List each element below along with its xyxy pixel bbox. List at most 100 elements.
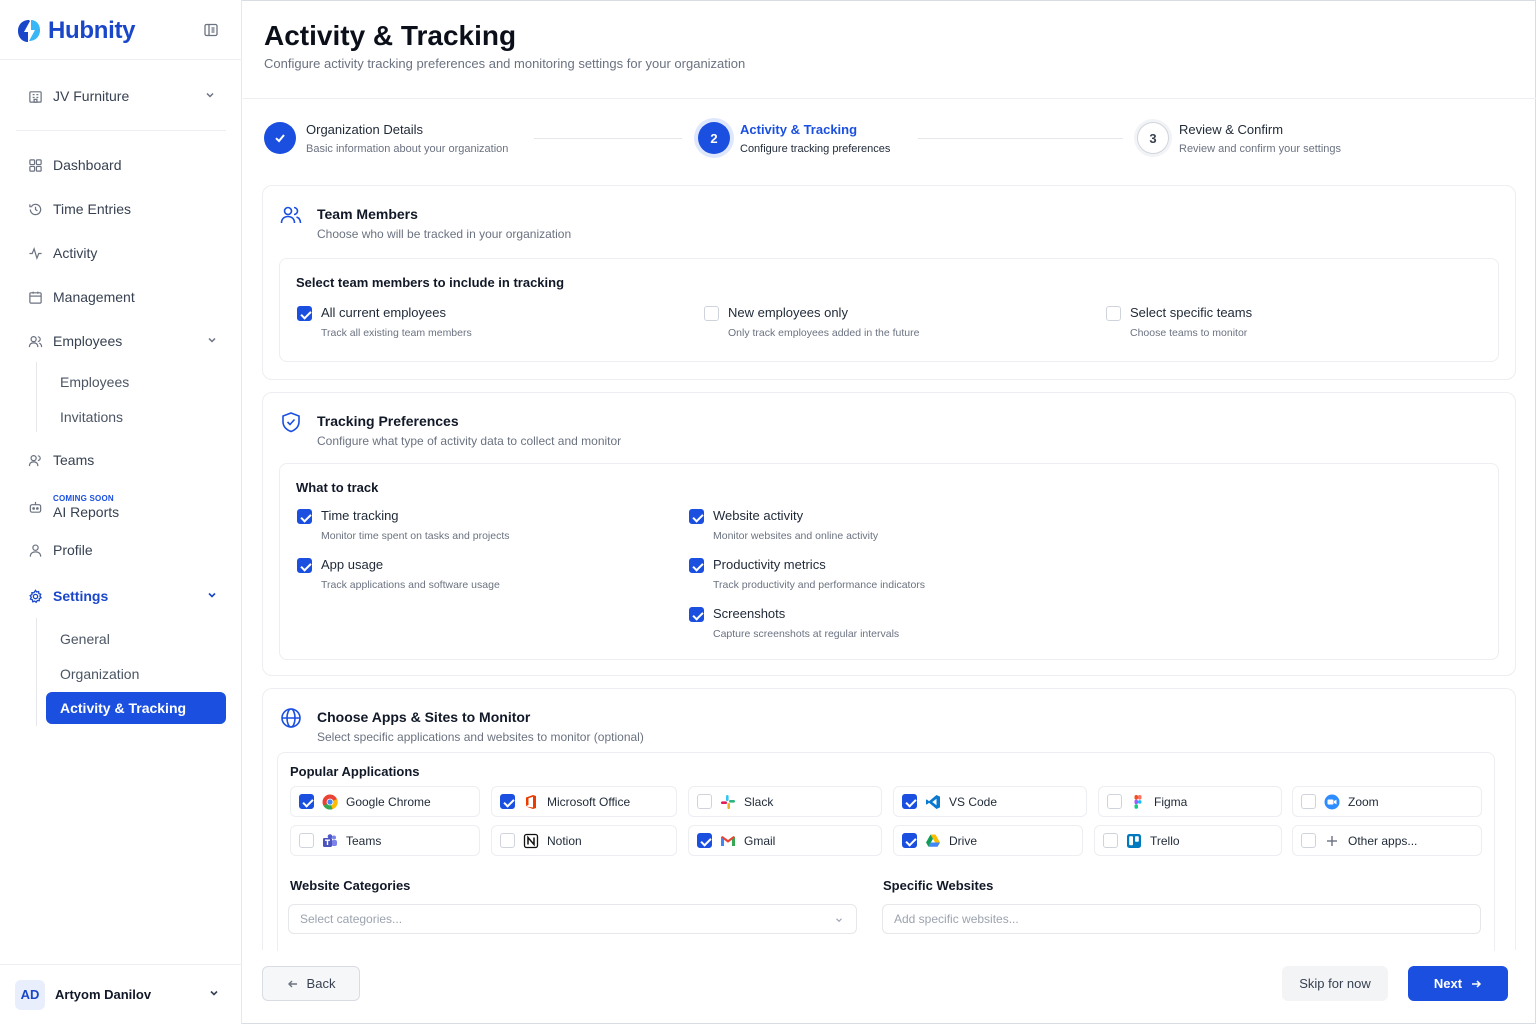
sidebar-item-teams[interactable]: Teams: [16, 443, 226, 477]
sidebar-item-label: Management: [53, 289, 135, 305]
checkbox-checked[interactable]: [297, 509, 312, 524]
app-tile-other-apps[interactable]: Other apps...: [1292, 825, 1482, 856]
checkbox-unchecked[interactable]: [1103, 833, 1118, 848]
app-name: Notion: [547, 833, 582, 848]
hubnity-logo-icon: [18, 20, 40, 42]
option-description: Monitor time spent on tasks and projects: [321, 530, 510, 542]
plus-icon: [1327, 835, 1337, 846]
app-name: Teams: [346, 833, 382, 848]
checkbox-unchecked[interactable]: [1106, 306, 1121, 321]
sidebar-item-dashboard[interactable]: Dashboard: [16, 148, 226, 182]
zoom-icon: [1324, 794, 1340, 809]
app-tile-zoom[interactable]: Zoom: [1292, 786, 1482, 817]
skip-button[interactable]: Skip for now: [1282, 966, 1388, 1001]
sidebar-subitem-organization[interactable]: Organization: [46, 658, 226, 690]
app-tile-google-chrome[interactable]: Google Chrome: [290, 786, 480, 817]
sidebar-item-settings[interactable]: Settings: [16, 579, 226, 613]
sidebar-subitem-employees[interactable]: Employees: [46, 366, 226, 398]
chevron-down-icon: [210, 990, 218, 996]
app-name: Other apps...: [1348, 833, 1418, 848]
gear-icon: [29, 588, 42, 603]
checkbox-checked[interactable]: [697, 833, 712, 848]
notion-icon: [523, 833, 539, 848]
checkbox-checked[interactable]: [297, 558, 312, 573]
back-button[interactable]: Back: [262, 966, 360, 1001]
org-switcher[interactable]: JV Furniture: [16, 78, 226, 114]
website-categories-select[interactable]: Select categories...: [288, 904, 857, 934]
sidebar-item-ai-reports[interactable]: COMING SOON AI Reports: [16, 488, 226, 526]
checkbox-checked[interactable]: [689, 558, 704, 573]
brand-logo[interactable]: Hubnity: [16, 16, 136, 46]
checkbox-unchecked[interactable]: [697, 794, 712, 809]
sidebar-subitem-invitations[interactable]: Invitations: [46, 401, 226, 433]
option-label: Website activity: [713, 508, 804, 523]
checkbox-unchecked[interactable]: [1301, 794, 1316, 809]
sidebar: Hubnity JV Furniture Dashboard Time Entr…: [0, 0, 242, 1024]
slack-icon: [721, 794, 735, 809]
checkbox-unchecked[interactable]: [1301, 833, 1316, 848]
office-icon: [526, 794, 536, 809]
checkbox-checked[interactable]: [689, 607, 704, 622]
checkbox-checked[interactable]: [902, 794, 917, 809]
app-tile-vs-code[interactable]: VS Code: [893, 786, 1087, 817]
option-description: Monitor websites and online activity: [713, 530, 879, 542]
sidebar-item-label: Activity: [53, 245, 98, 261]
app-tile-microsoft-office[interactable]: Microsoft Office: [491, 786, 677, 817]
step-connector: [918, 138, 1123, 139]
checkbox-checked[interactable]: [299, 794, 314, 809]
input-placeholder: Add specific websites...: [894, 912, 1019, 926]
checkbox-unchecked[interactable]: [500, 833, 515, 848]
tracking-preferences-card: Tracking Preferences Configure what type…: [262, 392, 1516, 676]
sidebar-item-label: Dashboard: [53, 157, 122, 173]
history-icon: [29, 203, 42, 215]
option-label: Productivity metrics: [713, 557, 826, 572]
step-organization-details[interactable]: Organization Details Basic information a…: [264, 120, 508, 158]
sidebar-item-label: Teams: [53, 452, 95, 468]
checkbox-checked[interactable]: [500, 794, 515, 809]
sidebar-item-label: Time Entries: [53, 201, 132, 217]
avatar: AD: [15, 979, 45, 1010]
checkbox-unchecked[interactable]: [1107, 794, 1122, 809]
option-description: Track all existing team members: [321, 327, 472, 339]
sidebar-item-label: Profile: [53, 542, 93, 558]
sidebar-toggle-icon[interactable]: [203, 22, 219, 38]
option-description: Choose teams to monitor: [1130, 327, 1248, 339]
checkbox-checked[interactable]: [689, 509, 704, 524]
shield-check-icon: [282, 412, 300, 433]
app-tile-teams[interactable]: Teams: [290, 825, 480, 856]
skip-button-label: Skip for now: [1299, 976, 1371, 991]
teams-icon: [323, 833, 337, 847]
sidebar-subitem-activity-tracking[interactable]: Activity & Tracking: [46, 692, 226, 724]
checkbox-checked[interactable]: [902, 833, 917, 848]
checkbox-checked[interactable]: [297, 306, 312, 321]
app-tile-figma[interactable]: Figma: [1098, 786, 1282, 817]
gmail-icon: [721, 835, 735, 846]
figma-icon: [1134, 794, 1142, 809]
sidebar-subitem-general[interactable]: General: [46, 623, 226, 655]
app-tile-drive[interactable]: Drive: [893, 825, 1083, 856]
user-name: Artyom Danilov: [55, 987, 152, 1002]
step-activity-tracking[interactable]: 2 Activity & Tracking Configure tracking…: [698, 120, 890, 158]
team-members-card: Team Members Choose who will be tracked …: [262, 185, 1516, 380]
sidebar-item-activity[interactable]: Activity: [16, 236, 226, 270]
app-name: Figma: [1154, 794, 1188, 809]
app-tile-trello[interactable]: Trello: [1094, 825, 1282, 856]
step-review-confirm[interactable]: 3 Review & Confirm Review and confirm yo…: [1137, 120, 1341, 158]
app-name: Google Chrome: [346, 794, 431, 809]
sidebar-item-time-entries[interactable]: Time Entries: [16, 192, 226, 226]
sidebar-item-profile[interactable]: Profile: [16, 533, 226, 567]
dashboard-icon: [29, 158, 42, 172]
option-label: All current employees: [321, 305, 446, 320]
sidebar-item-employees[interactable]: Employees: [16, 324, 226, 358]
app-tile-slack[interactable]: Slack: [688, 786, 882, 817]
specific-websites-input[interactable]: Add specific websites...: [882, 904, 1481, 934]
sidebar-item-management[interactable]: Management: [16, 280, 226, 314]
checkbox-unchecked[interactable]: [299, 833, 314, 848]
app-tile-notion[interactable]: Notion: [491, 825, 677, 856]
step-description: Basic information about your organizatio…: [306, 143, 509, 155]
checkbox-unchecked[interactable]: [704, 306, 719, 321]
user-menu[interactable]: AD Artyom Danilov: [0, 964, 242, 1024]
building-icon: [29, 90, 42, 103]
app-tile-gmail[interactable]: Gmail: [688, 825, 882, 856]
next-button[interactable]: Next: [1408, 966, 1508, 1001]
